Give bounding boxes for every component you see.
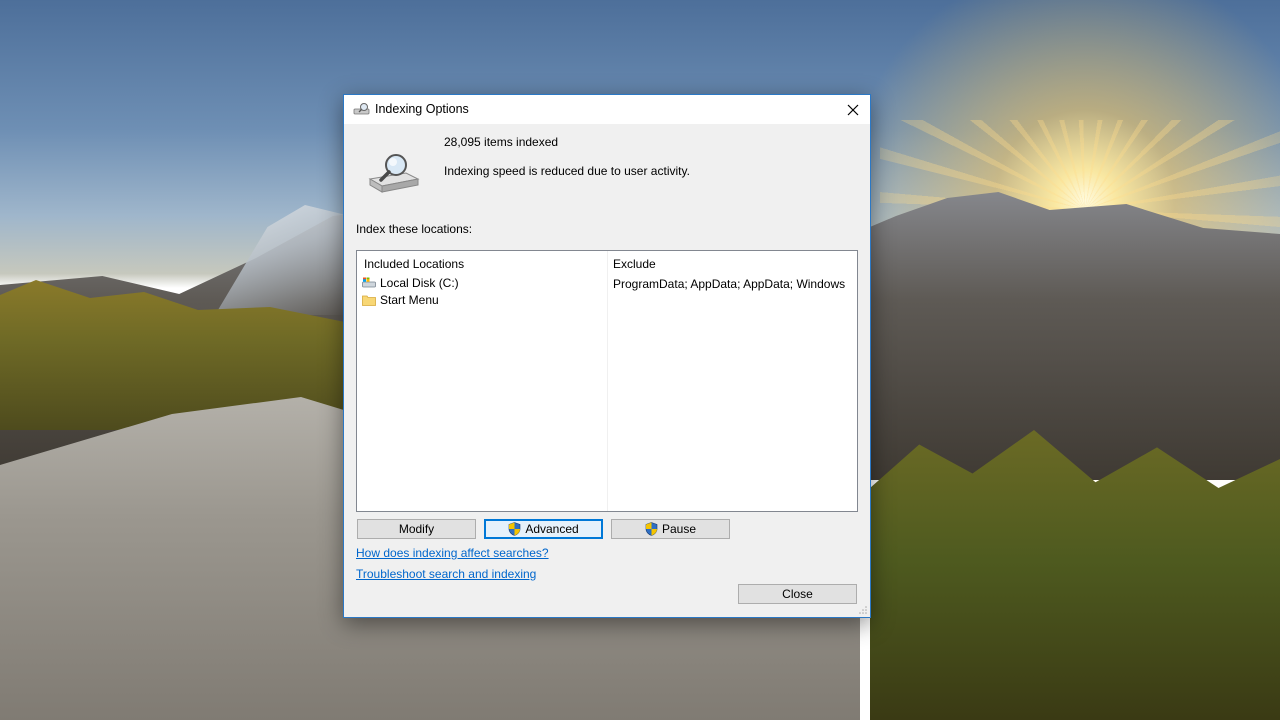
pause-button-label: Pause [661, 522, 697, 536]
indexing-drive-magnifier-icon [368, 154, 420, 193]
locations-list[interactable]: Included Locations Exclude Local Disk (C… [356, 250, 858, 512]
column-divider [607, 251, 608, 511]
location-exclude: ProgramData; AppData; AppData; Windows [613, 277, 846, 291]
indexing-options-icon [353, 103, 370, 115]
uac-shield-icon [645, 522, 658, 536]
list-item[interactable]: Start Menu [362, 292, 439, 308]
location-name: Start Menu [380, 293, 439, 307]
column-header-exclude[interactable]: Exclude [613, 257, 656, 271]
pause-button[interactable]: Pause [611, 519, 730, 539]
indexing-status-message: Indexing speed is reduced due to user ac… [444, 164, 690, 178]
close-window-button[interactable] [836, 95, 870, 124]
index-locations-label: Index these locations: [356, 222, 473, 236]
close-button-label: Close [782, 587, 813, 601]
list-item[interactable]: Local Disk (C:) [362, 275, 459, 291]
close-icon [847, 104, 859, 115]
items-indexed-count: 28,095 items indexed [444, 135, 559, 149]
modify-button[interactable]: Modify [357, 519, 476, 539]
modify-button-label: Modify [398, 522, 435, 536]
advanced-button[interactable]: Advanced [484, 519, 603, 539]
resize-grip-icon[interactable] [858, 605, 868, 615]
indexing-options-dialog: Indexing Options 28,095 items indexed In… [343, 94, 871, 618]
advanced-button-label: Advanced [525, 522, 579, 536]
uac-shield-icon [509, 522, 521, 536]
local-disk-icon [362, 277, 376, 288]
folder-icon [362, 295, 376, 306]
close-button[interactable]: Close [738, 584, 857, 604]
location-name: Local Disk (C:) [380, 276, 459, 290]
how-indexing-affects-link[interactable]: How does indexing affect searches? [356, 546, 549, 560]
troubleshoot-link[interactable]: Troubleshoot search and indexing [356, 567, 536, 581]
title-bar[interactable]: Indexing Options [344, 95, 870, 124]
window-title: Indexing Options [375, 102, 469, 116]
column-header-included[interactable]: Included Locations [364, 257, 464, 271]
